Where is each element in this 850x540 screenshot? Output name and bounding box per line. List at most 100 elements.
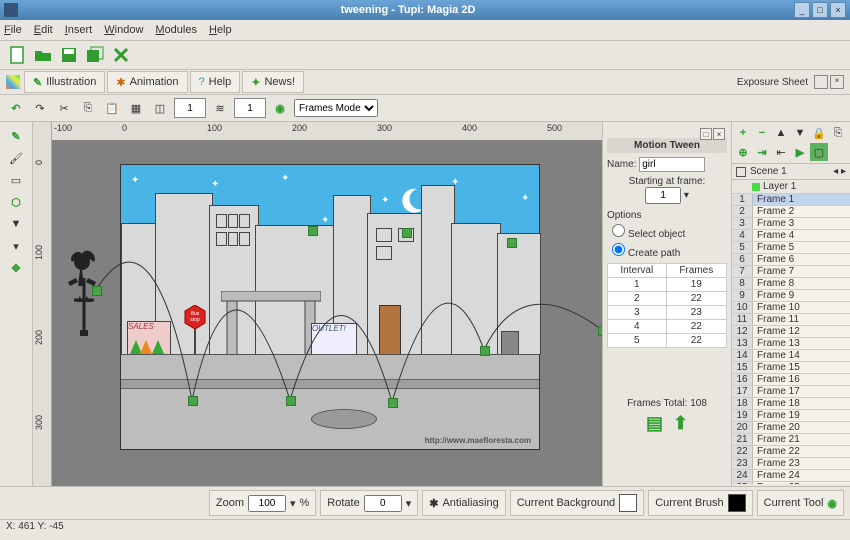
frame-row[interactable]: 2Frame 2 bbox=[732, 206, 850, 218]
frame-spinner-2[interactable] bbox=[234, 98, 266, 118]
frame-row[interactable]: 17Frame 17 bbox=[732, 386, 850, 398]
tween-name-input[interactable] bbox=[639, 157, 705, 172]
open-file-button[interactable] bbox=[32, 44, 54, 66]
frame-row[interactable]: 25Frame 25 bbox=[732, 482, 850, 484]
scene-tab[interactable]: Scene 1 ◂ ▸ bbox=[732, 164, 850, 180]
exp-add-button[interactable]: + bbox=[734, 124, 752, 142]
path-handle[interactable] bbox=[388, 398, 398, 408]
panel-restore-icon[interactable] bbox=[814, 75, 828, 89]
path-handle[interactable] bbox=[598, 326, 602, 336]
tool-group[interactable]: Current Tool◉ bbox=[757, 490, 844, 516]
color-swatch-icon[interactable] bbox=[6, 75, 20, 89]
path-handle[interactable] bbox=[188, 396, 198, 406]
path-handle[interactable] bbox=[286, 396, 296, 406]
apply-tween-button[interactable]: ▤ bbox=[646, 413, 663, 434]
copy-button[interactable]: ⎘ bbox=[78, 98, 98, 118]
menu-modules[interactable]: Modules bbox=[155, 24, 197, 36]
menu-help[interactable]: Help bbox=[209, 24, 232, 36]
frame-spinner-1[interactable] bbox=[174, 98, 206, 118]
frame-row[interactable]: 11Frame 11 bbox=[732, 314, 850, 326]
frame-row[interactable]: 3Frame 3 bbox=[732, 218, 850, 230]
brush-tool[interactable]: 🖌 bbox=[4, 148, 28, 168]
exp-remove-button[interactable]: − bbox=[753, 124, 771, 142]
frame-row[interactable]: 5Frame 5 bbox=[732, 242, 850, 254]
new-file-button[interactable] bbox=[6, 44, 28, 66]
frame-row[interactable]: 22Frame 22 bbox=[732, 446, 850, 458]
tab-animation[interactable]: ✱Animation bbox=[107, 71, 187, 93]
tab-help[interactable]: ?Help bbox=[190, 71, 241, 93]
frame-row[interactable]: 4Frame 4 bbox=[732, 230, 850, 242]
select-object-radio[interactable] bbox=[612, 224, 625, 237]
panel-close-icon[interactable]: × bbox=[830, 75, 844, 89]
exp-insert-button[interactable]: ⊕ bbox=[734, 143, 752, 161]
minimize-button[interactable]: _ bbox=[794, 2, 810, 18]
tween-close-icon[interactable]: × bbox=[713, 128, 725, 140]
rotate-input[interactable] bbox=[364, 495, 402, 512]
select-tool[interactable]: ▭ bbox=[4, 170, 28, 190]
exp-down-button[interactable]: ▼ bbox=[791, 124, 809, 142]
frame-row[interactable]: 21Frame 21 bbox=[732, 434, 850, 446]
exp-copy-button[interactable]: ⎘ bbox=[829, 124, 847, 142]
tab-news[interactable]: ✦News! bbox=[242, 71, 304, 93]
save-button[interactable] bbox=[58, 44, 80, 66]
frame-row[interactable]: 16Frame 16 bbox=[732, 374, 850, 386]
exp-up-button[interactable]: ▲ bbox=[772, 124, 790, 142]
frame-row[interactable]: 18Frame 18 bbox=[732, 398, 850, 410]
paste-button[interactable]: 📋 bbox=[102, 98, 122, 118]
create-path-radio[interactable] bbox=[612, 243, 625, 256]
path-handle[interactable] bbox=[402, 228, 412, 238]
exp-shrink-button[interactable]: ⇤ bbox=[772, 143, 790, 161]
menu-file[interactable]: File bbox=[4, 24, 22, 36]
tab-illustration[interactable]: ✎Illustration bbox=[24, 71, 105, 93]
frames-mode-select[interactable]: Frames Mode bbox=[294, 99, 378, 117]
exp-view-button[interactable]: ▢ bbox=[810, 143, 828, 161]
frame-row[interactable]: 12Frame 12 bbox=[732, 326, 850, 338]
frame-row[interactable]: 8Frame 8 bbox=[732, 278, 850, 290]
exp-extend-button[interactable]: ⇥ bbox=[753, 143, 771, 161]
frame-row[interactable]: 14Frame 14 bbox=[732, 350, 850, 362]
path-handle[interactable] bbox=[507, 238, 517, 248]
grid-button[interactable]: ▦ bbox=[126, 98, 146, 118]
move-tool[interactable]: ✥ bbox=[4, 258, 28, 278]
frame-row[interactable]: 9Frame 9 bbox=[732, 290, 850, 302]
layer-row[interactable]: Layer 1 bbox=[732, 180, 850, 194]
frame-row[interactable]: 10Frame 10 bbox=[732, 302, 850, 314]
antialiasing-button[interactable]: ✱Antialiasing bbox=[422, 490, 505, 516]
onion-button[interactable]: ◉ bbox=[270, 98, 290, 118]
exp-play-button[interactable]: ▶ bbox=[791, 143, 809, 161]
viewport[interactable]: ✦✦ ✦✦ ✦✦ ✦✦ ✦✦ ✦✦ bbox=[52, 140, 602, 486]
pencil-tool[interactable]: ✎ bbox=[4, 126, 28, 146]
zoom-input[interactable] bbox=[248, 495, 286, 512]
frame-row[interactable]: 13Frame 13 bbox=[732, 338, 850, 350]
frame-row[interactable]: 6Frame 6 bbox=[732, 254, 850, 266]
reset-tween-button[interactable]: ⬆ bbox=[673, 413, 688, 434]
frame-row[interactable]: 15Frame 15 bbox=[732, 362, 850, 374]
frame-row[interactable]: 1Frame 1 bbox=[732, 194, 850, 206]
dropper-tool[interactable]: ▾ bbox=[4, 236, 28, 256]
close-window-button[interactable]: × bbox=[830, 2, 846, 18]
frame-row[interactable]: 20Frame 20 bbox=[732, 422, 850, 434]
background-group[interactable]: Current Background bbox=[510, 490, 644, 516]
menu-window[interactable]: Window bbox=[104, 24, 143, 36]
path-handle[interactable] bbox=[480, 346, 490, 356]
redo-button[interactable]: ↷ bbox=[30, 98, 50, 118]
brush-group[interactable]: Current Brush bbox=[648, 490, 752, 516]
cut-button[interactable]: ✂ bbox=[54, 98, 74, 118]
close-file-button[interactable] bbox=[110, 44, 132, 66]
maximize-button[interactable]: □ bbox=[812, 2, 828, 18]
menu-edit[interactable]: Edit bbox=[34, 24, 53, 36]
exp-lock-button[interactable]: 🔒 bbox=[810, 124, 828, 142]
saveas-button[interactable] bbox=[84, 44, 106, 66]
frame-row[interactable]: 7Frame 7 bbox=[732, 266, 850, 278]
tween-restore-icon[interactable]: □ bbox=[700, 128, 712, 140]
menu-insert[interactable]: Insert bbox=[65, 24, 93, 36]
frame-row[interactable]: 19Frame 19 bbox=[732, 410, 850, 422]
tween-start-spinner[interactable] bbox=[645, 187, 681, 204]
layer-icon[interactable]: ◫ bbox=[150, 98, 170, 118]
node-tool[interactable]: ⬡ bbox=[4, 192, 28, 212]
fill-tool[interactable]: ▼ bbox=[4, 214, 28, 234]
frame-row[interactable]: 24Frame 24 bbox=[732, 470, 850, 482]
frame-row[interactable]: 23Frame 23 bbox=[732, 458, 850, 470]
undo-button[interactable]: ↶ bbox=[6, 98, 26, 118]
path-handle[interactable] bbox=[308, 226, 318, 236]
